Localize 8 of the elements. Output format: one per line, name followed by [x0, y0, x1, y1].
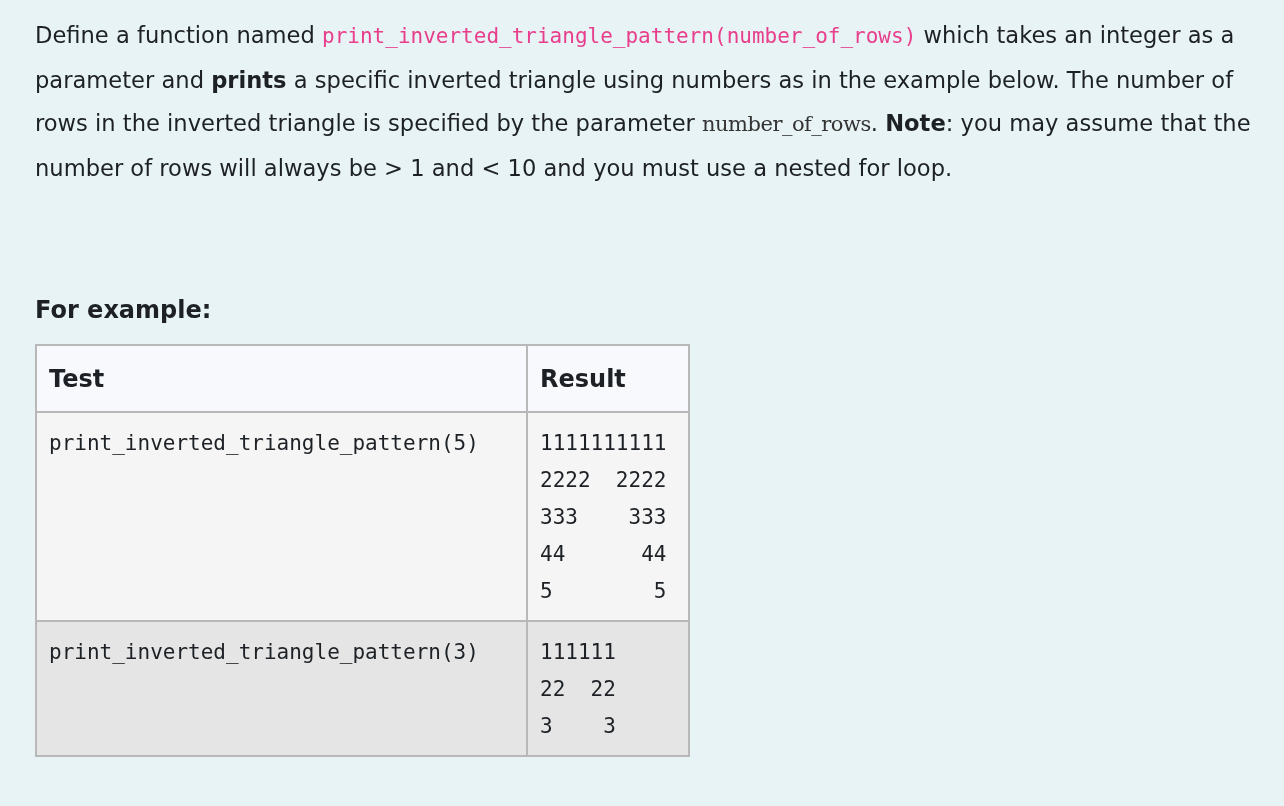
- result-cell: 1111111111 2222 2222 333 333 44 44 5 5: [527, 412, 689, 621]
- result-cell: 111111 22 22 3 3: [527, 621, 689, 756]
- question-text: Define a function named print_inverted_triangle_pattern(number_of_rows) which takes an integer as a parameter and prints a specific inverted triangle using numbers as in the example below. The number of rows in the inverted triangle is specified by the parameter number_of_rows. Note: you may assume that the number of rows will always be > 1 and < 10 and you must use a nested for loop.: [35, 21, 1252, 183]
- test-cell: print_inverted_triangle_pattern(3): [36, 621, 527, 756]
- column-header: Result: [527, 345, 689, 412]
- example-heading: For example:: [35, 295, 213, 326]
- column-header: Test: [36, 345, 527, 412]
- test-cell: print_inverted_triangle_pattern(5): [36, 412, 527, 621]
